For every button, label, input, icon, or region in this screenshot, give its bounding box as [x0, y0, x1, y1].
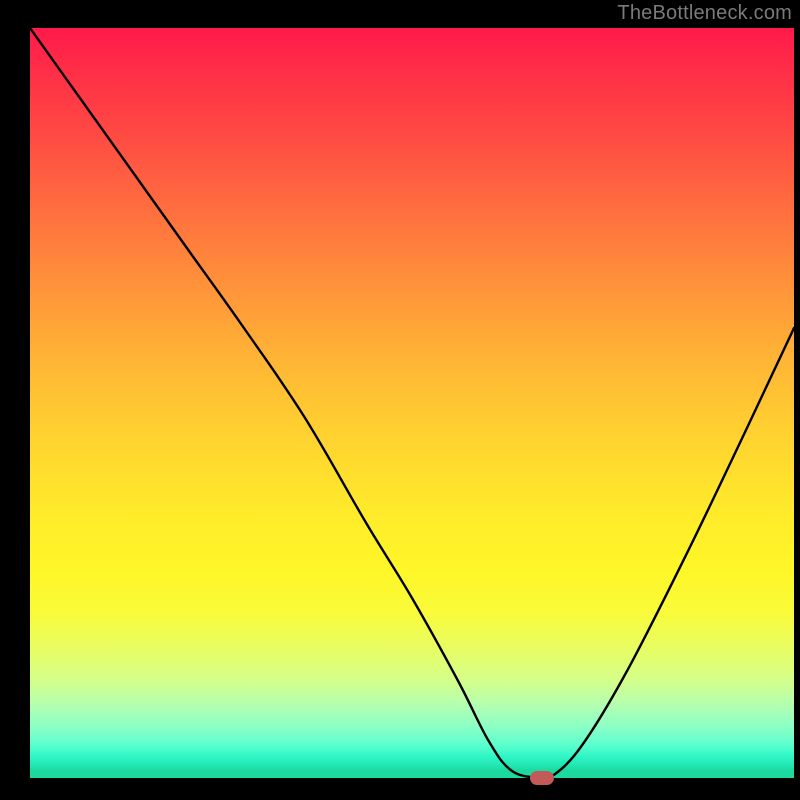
chart-frame: TheBottleneck.com: [0, 0, 800, 800]
plot-area: [30, 28, 794, 778]
watermark-text: TheBottleneck.com: [617, 2, 792, 25]
optimum-marker: [530, 771, 554, 785]
bottleneck-curve: [30, 28, 794, 778]
